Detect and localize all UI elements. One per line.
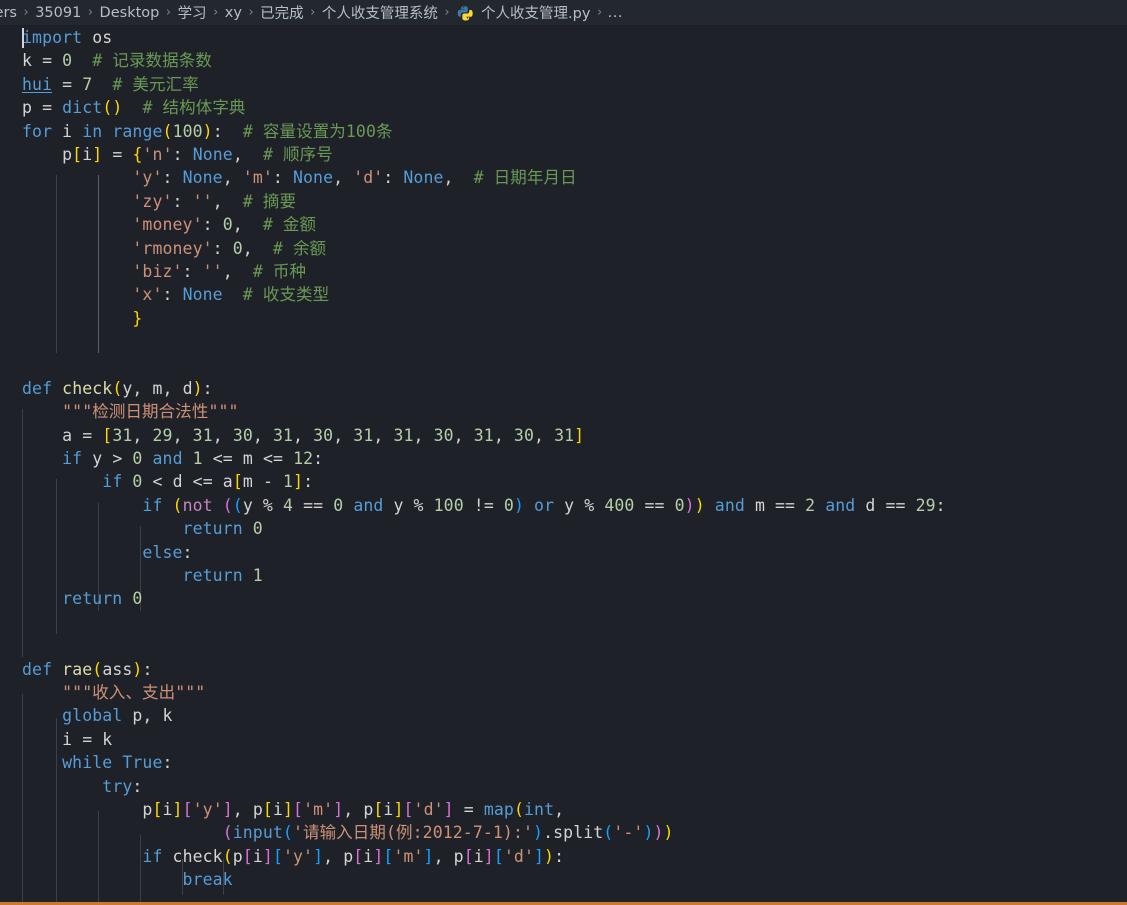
code-line[interactable]: p[i] = {'n': None, # 顺序号 [0, 143, 1127, 166]
code-line[interactable]: return 1 [0, 564, 1127, 587]
breadcrumb-separator: › [213, 5, 219, 20]
code-line[interactable]: 'zy': '', # 摘要 [0, 190, 1127, 213]
breadcrumb-separator: › [310, 5, 316, 20]
breadcrumb-item-file[interactable]: 个人收支管理.py [480, 2, 591, 23]
scrollbar-overview-ruler[interactable] [1113, 26, 1127, 905]
code-line[interactable]: 'money': 0, # 金额 [0, 213, 1127, 236]
code-line[interactable]: return 0 [0, 517, 1127, 540]
breadcrumb[interactable]: sers › 35091 › Desktop › 学习 › xy › 已完成 ›… [0, 0, 1127, 26]
code-line[interactable]: if 0 < d <= a[m - 1]: [0, 470, 1127, 493]
code-line[interactable]: for i in range(100): # 容量设置为100条 [0, 120, 1127, 143]
code-line[interactable]: if (not ((y % 4 == 0 and y % 100 != 0) o… [0, 494, 1127, 517]
breadcrumb-item-35091[interactable]: 35091 [34, 5, 82, 21]
code-line[interactable]: def rae(ass): [0, 658, 1127, 681]
breadcrumb-item-xy[interactable]: xy [224, 5, 243, 21]
breadcrumb-separator: › [248, 5, 254, 20]
breadcrumb-overflow-ellipsis[interactable]: ... [608, 5, 623, 21]
code-line[interactable]: if y > 0 and 1 <= m <= 12: [0, 447, 1127, 470]
code-editor[interactable]: import os k = 0 # 记录数据条数 hui = 7 # 美元汇率 … [0, 26, 1127, 905]
breadcrumb-separator: › [165, 5, 172, 20]
breadcrumb-separator: › [87, 5, 94, 20]
code-line[interactable]: } [0, 307, 1127, 330]
code-line-empty[interactable] [0, 634, 1127, 657]
code-line[interactable]: return 0 [0, 587, 1127, 610]
code-line[interactable]: 'x': None # 收支类型 [0, 283, 1127, 306]
code-line[interactable]: while True: [0, 751, 1127, 774]
text-cursor [22, 28, 24, 48]
code-line[interactable]: 'biz': '', # 币种 [0, 260, 1127, 283]
code-line[interactable]: break [0, 868, 1127, 891]
code-line[interactable]: hui = 7 # 美元汇率 [0, 73, 1127, 96]
code-line[interactable]: p[i]['y'], p[i]['m'], p[i]['d'] = map(in… [0, 798, 1127, 821]
code-line[interactable]: """收入、支出""" [0, 681, 1127, 704]
code-line-empty[interactable] [0, 330, 1127, 353]
code-line-empty[interactable] [0, 353, 1127, 376]
code-line[interactable]: 'rmoney': 0, # 余额 [0, 237, 1127, 260]
breadcrumb-separator: › [444, 5, 450, 20]
code-line-empty[interactable] [0, 611, 1127, 634]
breadcrumb-item-project[interactable]: 个人收支管理系统 [321, 2, 439, 23]
code-line[interactable]: if check(p[i]['y'], p[i]['m'], p[i]['d']… [0, 845, 1127, 868]
code-line[interactable]: k = 0 # 记录数据条数 [0, 49, 1127, 72]
breadcrumb-separator: › [596, 5, 603, 20]
code-line[interactable]: p = dict() # 结构体字典 [0, 96, 1127, 119]
code-line[interactable]: (input('请输入日期(例:2012-7-1):').split('-'))… [0, 821, 1127, 844]
code-line[interactable]: else: [0, 541, 1127, 564]
code-line[interactable]: a = [31, 29, 31, 30, 31, 30, 31, 31, 30,… [0, 424, 1127, 447]
code-line[interactable]: """检测日期合法性""" [0, 400, 1127, 423]
code-line[interactable]: 'y': None, 'm': None, 'd': None, # 日期年月日 [0, 166, 1127, 189]
code-line[interactable]: i = k [0, 728, 1127, 751]
code-line[interactable]: try: [0, 775, 1127, 798]
breadcrumb-item-xuexi[interactable]: 学习 [177, 2, 208, 23]
breadcrumb-item-yiwancheng[interactable]: 已完成 [259, 2, 305, 23]
breadcrumb-item-desktop[interactable]: Desktop [99, 5, 161, 21]
breadcrumb-item-users[interactable]: sers [0, 5, 18, 21]
code-line[interactable]: def check(y, m, d): [0, 377, 1127, 400]
breadcrumb-separator: › [23, 5, 29, 20]
code-line[interactable]: import os [0, 26, 1127, 49]
code-content[interactable]: import os k = 0 # 记录数据条数 hui = 7 # 美元汇率 … [0, 26, 1127, 891]
code-line[interactable]: global p, k [0, 704, 1127, 727]
python-icon [457, 5, 474, 22]
